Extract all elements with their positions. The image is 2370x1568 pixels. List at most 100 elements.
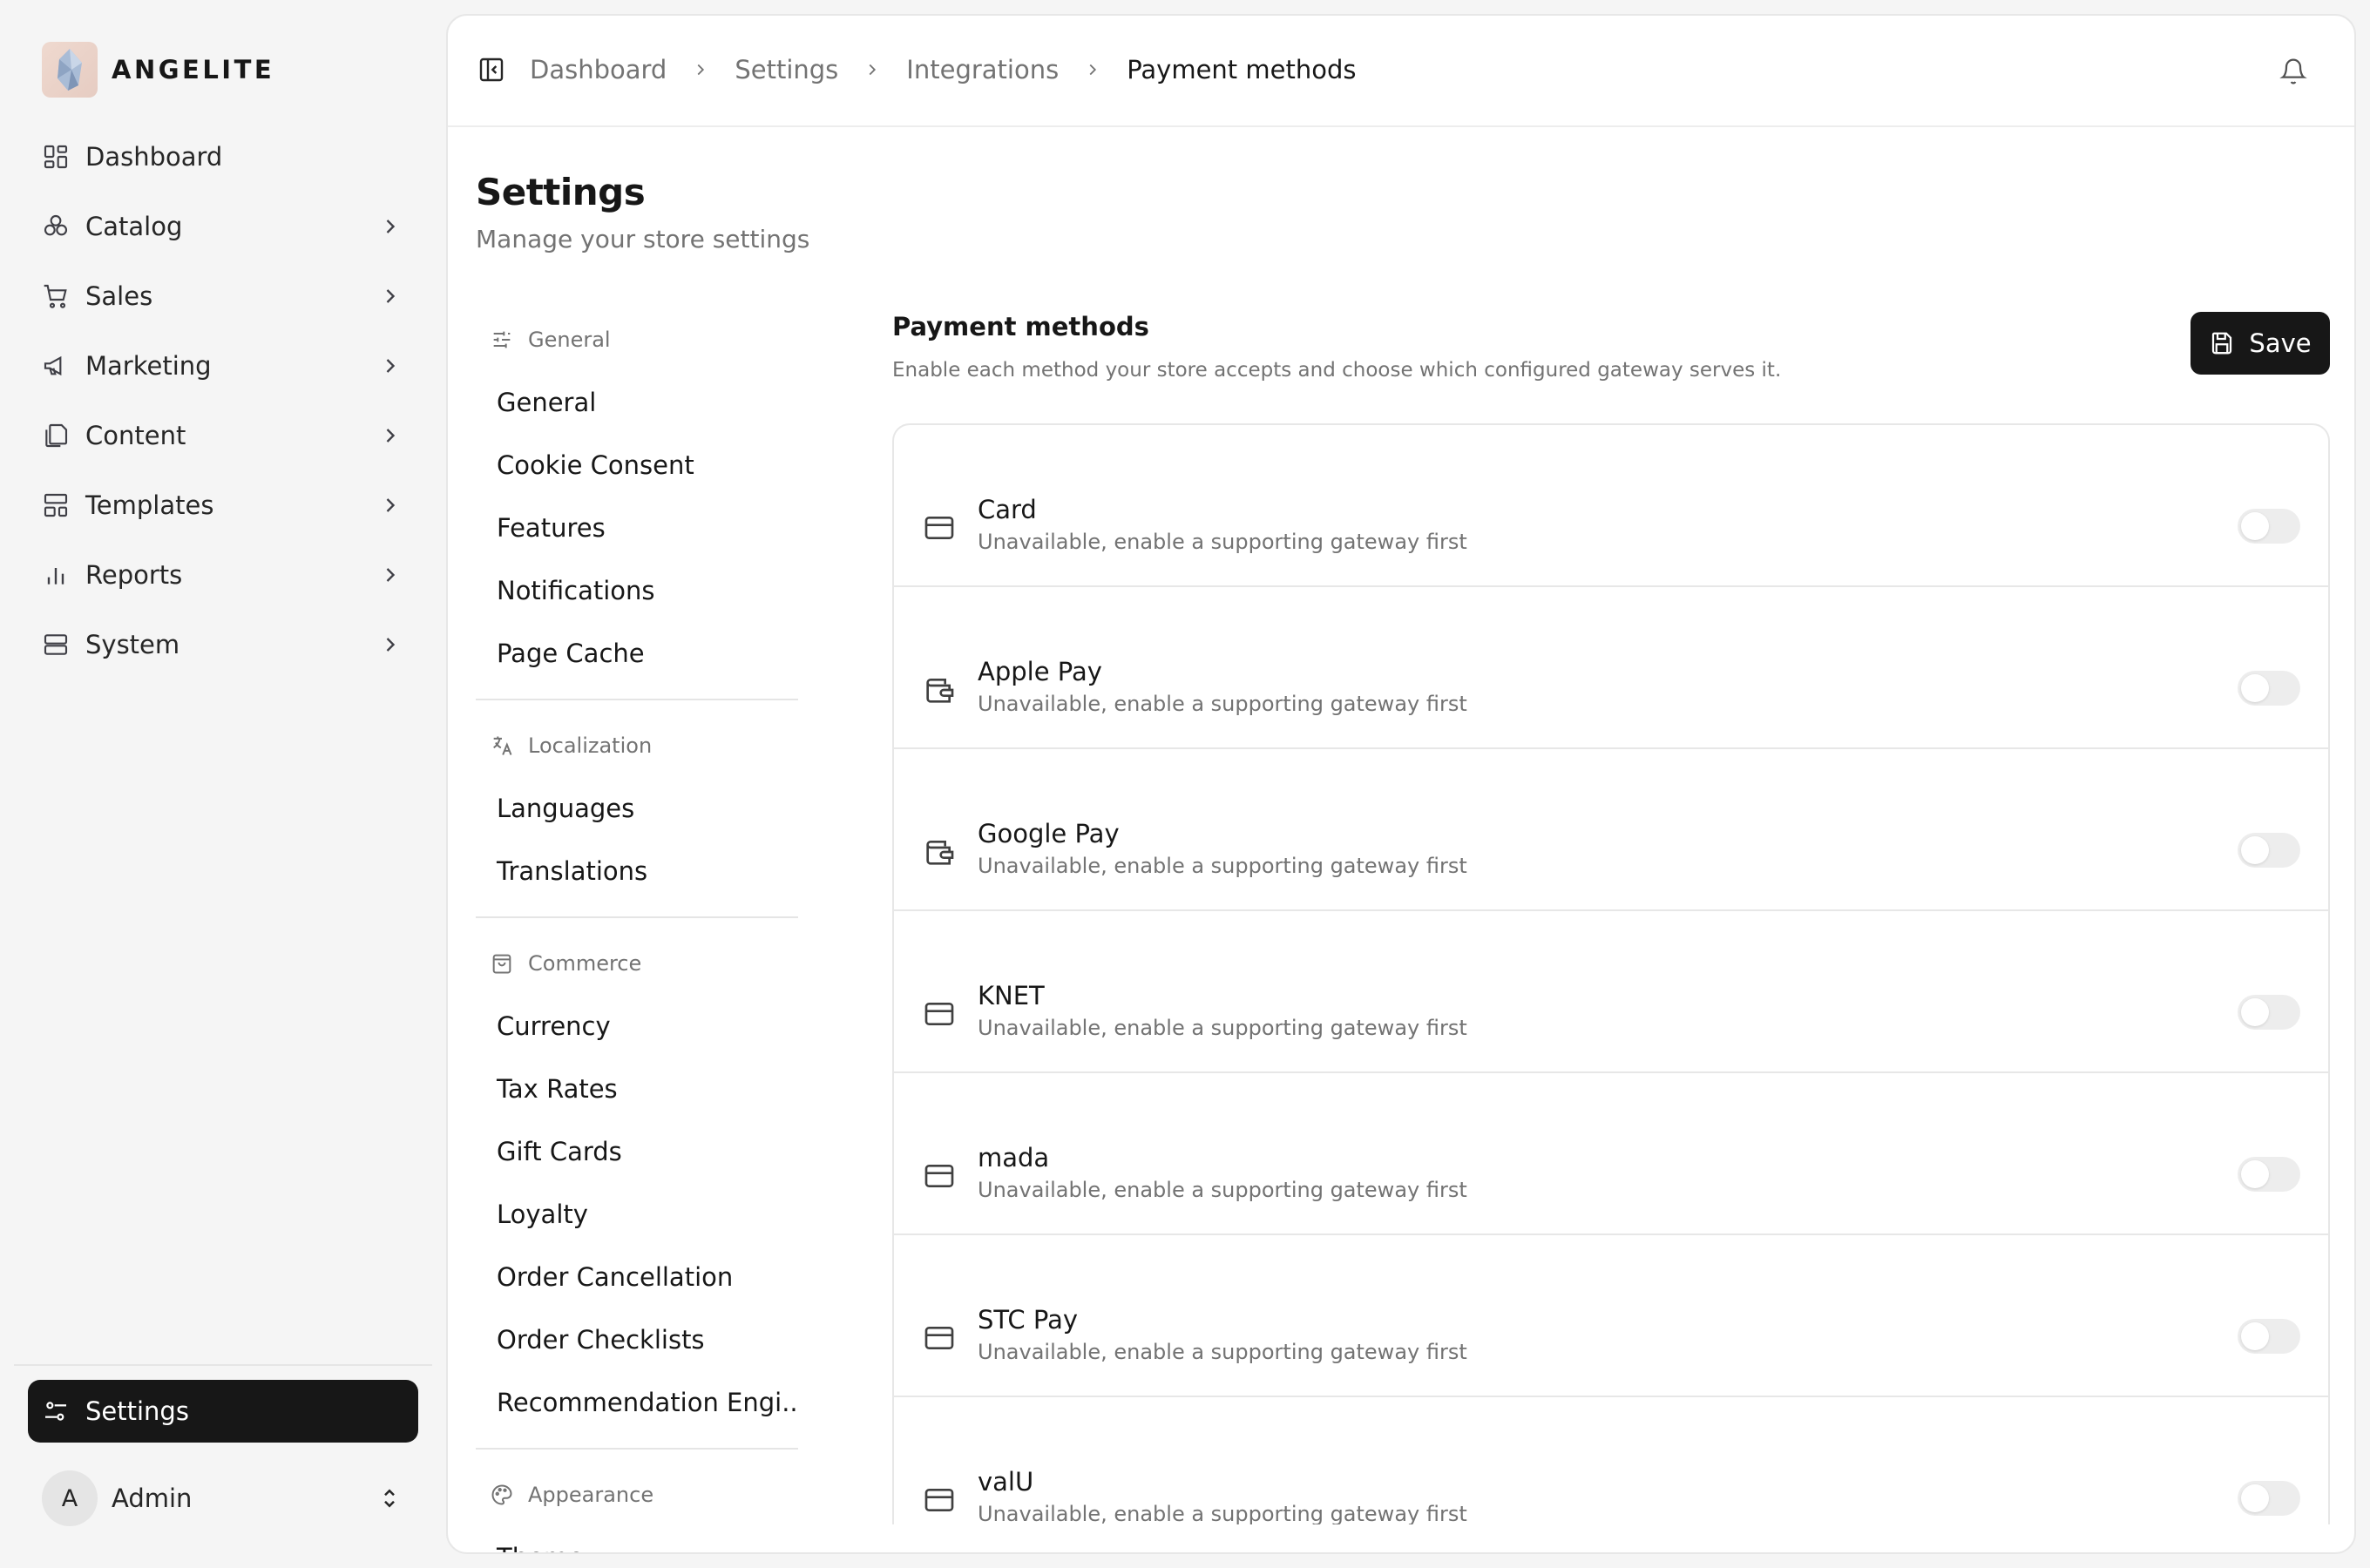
sidebar-item-label: Dashboard (85, 142, 223, 172)
user-name: Admin (112, 1484, 193, 1513)
payment-method-toggle[interactable] (2238, 833, 2300, 868)
settings-item-recommendation-engine[interactable]: Recommendation Engi... (476, 1371, 798, 1434)
section-title: Payment methods (892, 312, 1149, 341)
brand[interactable]: ANGELITE (42, 42, 274, 98)
payment-method-name: STC Pay (978, 1305, 1079, 1335)
sidebar-item-label: Settings (85, 1396, 189, 1426)
payment-method-toggle[interactable] (2238, 1481, 2300, 1516)
chevron-right-icon (386, 498, 396, 512)
settings-item-currency[interactable]: Currency (476, 995, 798, 1058)
credit-card-icon (924, 1003, 954, 1025)
settings-group-appearance: Appearance (476, 1463, 798, 1526)
settings-item-page-cache[interactable]: Page Cache (476, 622, 798, 685)
sidebar-item-label: System (85, 630, 180, 659)
settings-item-tax-rates[interactable]: Tax Rates (476, 1058, 798, 1120)
section-description: Enable each method your store accepts an… (892, 359, 1782, 382)
sidebar-item-label: Reports (85, 560, 183, 590)
payment-method-name: KNET (978, 981, 1045, 1010)
payment-method-toggle[interactable] (2238, 995, 2300, 1030)
payment-method-name: Google Pay (978, 819, 1120, 848)
settings-item-theme[interactable]: Theme (476, 1526, 798, 1552)
sidebar-toggle-icon[interactable] (477, 56, 505, 84)
payment-method-toggle[interactable] (2238, 1319, 2300, 1354)
payment-method-toggle[interactable] (2238, 671, 2300, 706)
cart-icon (44, 284, 67, 308)
chevron-right-icon (386, 429, 396, 443)
payment-method-toggle[interactable] (2238, 1157, 2300, 1192)
bar-chart-icon (47, 568, 64, 585)
settings-nav-divider (476, 699, 798, 700)
sidebar-item-label: Sales (85, 281, 153, 311)
sidebar-item-label: Catalog (85, 212, 183, 241)
settings-group-commerce: Commerce (476, 932, 798, 995)
payment-method-toggle[interactable] (2238, 509, 2300, 544)
chevron-right-icon (386, 568, 396, 582)
brand-name: ANGELITE (112, 55, 275, 84)
payment-method-status: Unavailable, enable a supporting gateway… (978, 1178, 1467, 1202)
settings-item-features[interactable]: Features (476, 497, 798, 559)
dashboard-icon (44, 145, 68, 169)
layout-icon (44, 493, 68, 517)
payment-method-apple-pay: Apple Pay Unavailable, enable a supporti… (894, 587, 2328, 749)
credit-card-icon (924, 517, 954, 539)
sidebar-divider (14, 1364, 432, 1366)
settings-group-title: Localization (528, 733, 653, 758)
settings-item-notifications[interactable]: Notifications (476, 559, 798, 622)
settings-group-localization: Localization (476, 714, 798, 777)
sidebar-nav: Dashboard Catalog Sales Marketing Conten… (28, 122, 418, 679)
sidebar-item-reports[interactable]: Reports (28, 540, 418, 610)
save-button[interactable]: Save (2191, 312, 2330, 375)
sidebar-item-catalog[interactable]: Catalog (28, 192, 418, 261)
page-subtitle: Manage your store settings (476, 225, 810, 253)
settings-item-cookie-consent[interactable]: Cookie Consent (476, 434, 798, 497)
breadcrumb-integrations[interactable]: Integrations (906, 55, 1059, 84)
sidebar-item-dashboard[interactable]: Dashboard (28, 122, 418, 192)
bell-icon[interactable] (2279, 57, 2307, 85)
sidebar-item-label: Templates (85, 490, 214, 520)
payment-method-status: Unavailable, enable a supporting gateway… (978, 1016, 1467, 1040)
breadcrumb-current: Payment methods (1127, 55, 1357, 84)
settings-item-loyalty[interactable]: Loyalty (476, 1183, 798, 1246)
catalog-icon (44, 214, 68, 236)
page-title: Settings (476, 171, 646, 213)
settings-item-languages[interactable]: Languages (476, 777, 798, 840)
sidebar-item-marketing[interactable]: Marketing (28, 331, 418, 401)
payment-method-name: valU (978, 1467, 1034, 1497)
sidebar-item-templates[interactable]: Templates (28, 470, 418, 540)
user-menu[interactable]: A Admin (42, 1470, 408, 1526)
chevron-right-icon (697, 64, 705, 76)
credit-card-icon (924, 1327, 954, 1349)
settings-item-gift-cards[interactable]: Gift Cards (476, 1120, 798, 1183)
sidebar-item-label: Marketing (85, 351, 212, 381)
sidebar-item-settings[interactable]: Settings (28, 1380, 418, 1443)
breadcrumb-dashboard[interactable]: Dashboard (530, 55, 667, 84)
payment-methods-list: Card Unavailable, enable a supporting ga… (892, 423, 2330, 1524)
payment-method-status: Unavailable, enable a supporting gateway… (978, 692, 1467, 716)
settings-nav-divider (476, 916, 798, 918)
save-icon (2212, 332, 2232, 355)
payment-method-mada: mada Unavailable, enable a supporting ga… (894, 1073, 2328, 1235)
settings-group-general: General (476, 308, 798, 371)
payment-method-status: Unavailable, enable a supporting gateway… (978, 530, 1467, 554)
sidebar-item-system[interactable]: System (28, 610, 418, 679)
server-icon (44, 634, 68, 655)
payment-method-name: Apple Pay (978, 657, 1102, 686)
sidebar: ANGELITE Dashboard Catalog Sales Marketi… (0, 0, 446, 1568)
main-panel: Dashboard Settings Integrations Payment … (446, 14, 2356, 1554)
payment-method-valu: valU Unavailable, enable a supporting ga… (894, 1397, 2328, 1524)
translate-icon (493, 736, 512, 755)
breadcrumb-settings[interactable]: Settings (735, 55, 838, 84)
settings-item-general[interactable]: General (476, 371, 798, 434)
settings-item-translations[interactable]: Translations (476, 840, 798, 902)
sidebar-item-sales[interactable]: Sales (28, 261, 418, 331)
wallet-icon (926, 841, 954, 865)
sidebar-item-content[interactable]: Content (28, 401, 418, 470)
settings-item-order-cancellation[interactable]: Order Cancellation (476, 1246, 798, 1308)
chevron-right-icon (1089, 64, 1097, 76)
pages-icon (45, 423, 68, 448)
settings-item-order-checklists[interactable]: Order Checklists (476, 1308, 798, 1371)
topbar: Dashboard Settings Integrations Payment … (448, 16, 2354, 127)
payment-method-knet: KNET Unavailable, enable a supporting ga… (894, 911, 2328, 1073)
payment-method-status: Unavailable, enable a supporting gateway… (978, 854, 1467, 878)
payment-method-name: mada (978, 1143, 1050, 1173)
